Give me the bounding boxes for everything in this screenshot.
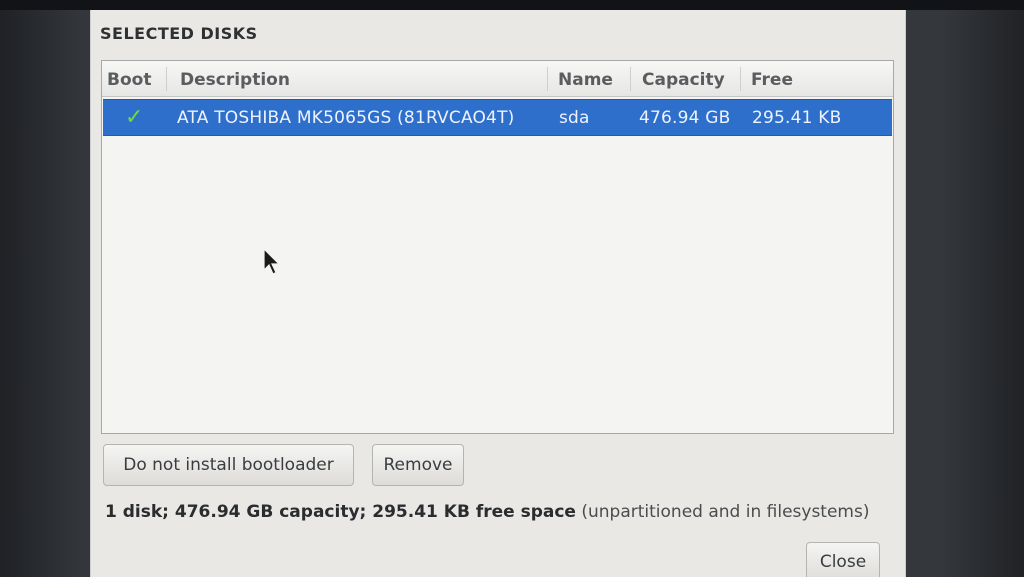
list-header: Boot Description Name Capacity Free (102, 61, 893, 97)
no-bootloader-button[interactable]: Do not install bootloader (103, 444, 354, 486)
disk-list[interactable]: Boot Description Name Capacity Free ✓ AT… (101, 60, 894, 434)
column-separator (166, 67, 167, 91)
column-header-description[interactable]: Description (180, 70, 290, 90)
column-header-name[interactable]: Name (558, 70, 613, 90)
close-button[interactable]: Close (806, 542, 880, 577)
summary-bold-text: 1 disk; 476.94 GB capacity; 295.41 KB fr… (105, 502, 576, 522)
selected-disks-dialog: SELECTED DISKS Boot Description Name Cap… (90, 10, 906, 577)
mouse-pointer-icon (263, 248, 281, 275)
screen-top-edge (0, 0, 1024, 10)
row-name: sda (559, 108, 590, 128)
column-separator (547, 67, 548, 91)
column-header-boot[interactable]: Boot (107, 70, 151, 90)
disk-summary: 1 disk; 476.94 GB capacity; 295.41 KB fr… (105, 502, 869, 522)
dialog-title: SELECTED DISKS (100, 24, 258, 43)
row-capacity: 476.94 GB (639, 108, 731, 128)
column-header-free[interactable]: Free (751, 70, 793, 90)
remove-button[interactable]: Remove (372, 444, 464, 486)
summary-detail-text: (unpartitioned and in filesystems) (581, 502, 870, 522)
row-free: 295.41 KB (752, 108, 842, 128)
checkmark-icon[interactable]: ✓ (125, 105, 143, 130)
column-separator (630, 67, 631, 91)
column-separator (740, 67, 741, 91)
column-header-capacity[interactable]: Capacity (642, 70, 725, 90)
row-description: ATA TOSHIBA MK5065GS (81RVCAO4T) (177, 108, 515, 128)
table-row[interactable]: ✓ ATA TOSHIBA MK5065GS (81RVCAO4T) sda 4… (103, 99, 892, 136)
